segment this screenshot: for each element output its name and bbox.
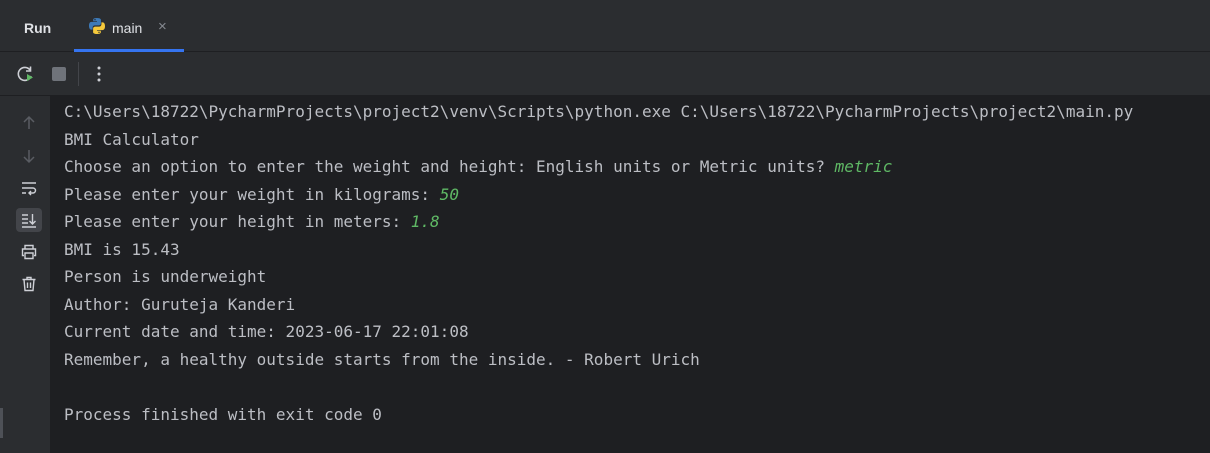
console-line: Current date and time: 2023-06-17 22:01:… <box>64 322 469 341</box>
console-side-toolbar <box>0 96 50 453</box>
console-line: BMI is 15.43 <box>64 240 180 259</box>
console-output[interactable]: C:\Users\18722\PycharmProjects\project2\… <box>50 96 1210 453</box>
tab-main[interactable]: main × <box>74 0 184 52</box>
soft-wrap-icon[interactable] <box>16 176 42 200</box>
print-icon[interactable] <box>16 240 42 264</box>
console-user-input: metric <box>834 157 893 176</box>
console-line: Person is underweight <box>64 267 267 286</box>
panel-resize-handle[interactable] <box>0 408 3 438</box>
run-toolbar <box>0 52 1210 96</box>
close-icon[interactable]: × <box>158 18 167 35</box>
stop-icon[interactable] <box>49 64 69 84</box>
toolbar-separator <box>78 62 79 86</box>
tab-label: main <box>112 20 143 36</box>
console-user-input: 50 <box>439 185 459 204</box>
console-line: BMI Calculator <box>64 130 199 149</box>
console-line: Please enter your height in meters: 1.8 <box>64 212 440 232</box>
console-prompt: Choose an option to enter the weight and… <box>64 157 835 176</box>
console-line: Please enter your weight in kilograms: 5… <box>64 185 459 205</box>
arrow-down-icon[interactable] <box>16 144 42 168</box>
rerun-icon[interactable] <box>15 64 35 84</box>
console-line: Choose an option to enter the weight and… <box>64 157 892 177</box>
run-tool-window-title: Run <box>24 20 52 36</box>
trash-icon[interactable] <box>16 272 42 296</box>
console-command-line: C:\Users\18722\PycharmProjects\project2\… <box>64 102 1134 121</box>
scroll-to-end-icon[interactable] <box>16 208 42 232</box>
run-tool-window-header: Run main × <box>0 0 1210 52</box>
console-line: Remember, a healthy outside starts from … <box>64 350 700 369</box>
console-prompt: Please enter your weight in kilograms: <box>64 185 440 204</box>
python-icon <box>88 17 106 35</box>
more-vertical-icon[interactable] <box>89 64 109 84</box>
console-user-input: 1.8 <box>410 212 440 231</box>
console-line: Author: Guruteja Kanderi <box>64 295 296 314</box>
console-exit-line: Process finished with exit code 0 <box>64 405 382 424</box>
console-prompt: Please enter your height in meters: <box>64 212 411 231</box>
arrow-up-icon[interactable] <box>16 111 42 135</box>
